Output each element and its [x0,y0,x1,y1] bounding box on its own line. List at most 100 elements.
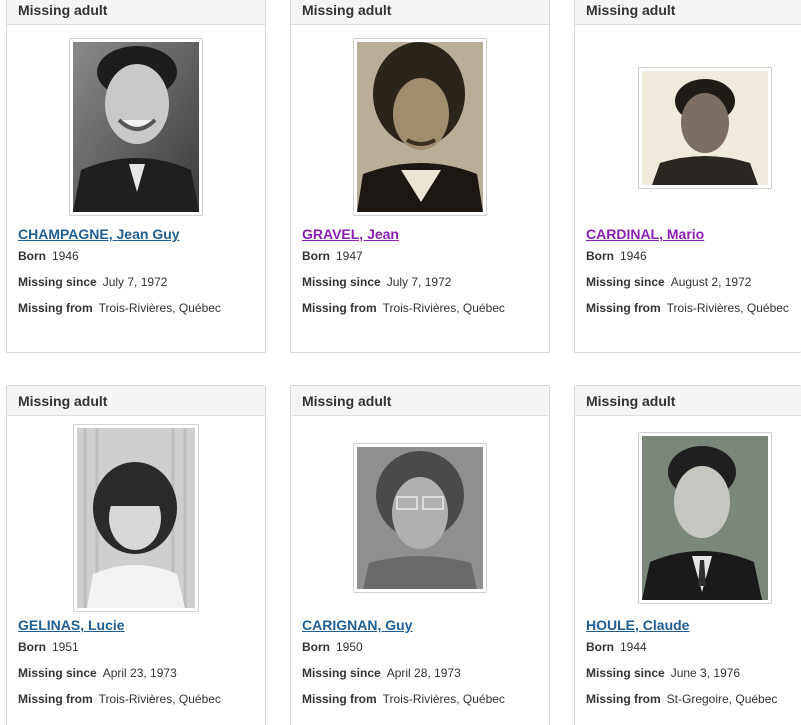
person-photo [357,447,483,589]
missing-since-row: Missing since April 23, 1973 [18,666,254,680]
missing-persons-grid: Missing adult CHAMPAGNE, Jean Guy Born 1… [0,0,801,725]
card-category: Missing adult [7,0,265,25]
born-value: 1946 [52,249,79,263]
born-row: Born 1946 [586,249,790,263]
missing-from-value: St-Gregoire, Québec [666,692,778,706]
person-card: Missing adult HOULE, Claude Born 1944 Mi… [574,385,801,725]
person-info: CARIGNAN, Guy Born 1950 Missing since Apri… [291,612,549,706]
person-info: GRAVEL, Jean Born 1947 Missing since July … [291,221,549,315]
person-card: Missing adult GRAVEL, Jean Born 1947 Mis… [290,0,550,353]
card-category: Missing adult [291,386,549,416]
missing-since-value: July 7, 1972 [102,275,168,289]
person-name-link[interactable]: CARDINAL, Mario [586,226,704,242]
person-name-link[interactable]: CHAMPAGNE, Jean Guy [18,226,180,242]
missing-since-label: Missing since [586,275,665,289]
missing-from-label: Missing from [18,692,93,706]
photo-area [7,416,265,612]
person-card: Missing adult [6,0,266,353]
missing-from-row: Missing from Trois-Rivières, Québec [302,301,538,315]
missing-since-row: Missing since July 7, 1972 [18,275,254,289]
person-photo [642,71,768,185]
person-photo-frame[interactable] [353,38,487,216]
person-photo [77,428,195,608]
person-info: CHAMPAGNE, Jean Guy Born 1946 Missing sin… [7,221,265,315]
missing-from-value: Trois-Rivières, Québec [382,692,505,706]
born-row: Born 1951 [18,640,254,654]
card-category: Missing adult [575,386,801,416]
missing-since-label: Missing since [302,275,381,289]
missing-from-row: Missing from Trois-Rivières, Québec [18,301,254,315]
person-info: GELINAS, Lucie Born 1951 Missing since Apr… [7,612,265,706]
missing-since-row: Missing since August 2, 1972 [586,275,790,289]
person-photo-frame[interactable] [353,443,487,593]
missing-since-row: Missing since April 28, 1973 [302,666,538,680]
person-card: Missing adult CARDINAL, Mario Born 1946 [574,0,801,353]
person-photo-image [73,42,199,212]
missing-since-label: Missing since [302,666,381,680]
card-category: Missing adult [291,0,549,25]
person-photo-image [77,428,195,608]
missing-from-value: Trois-Rivières, Québec [666,301,789,315]
born-row: Born 1950 [302,640,538,654]
missing-since-label: Missing since [586,666,665,680]
born-value: 1947 [336,249,363,263]
born-row: Born 1947 [302,249,538,263]
missing-since-label: Missing since [18,666,97,680]
born-value: 1951 [52,640,79,654]
born-label: Born [302,249,330,263]
born-row: Born 1946 [18,249,254,263]
person-name-link[interactable]: CARIGNAN, Guy [302,617,412,633]
missing-since-row: Missing since July 7, 1972 [302,275,538,289]
missing-since-value: June 3, 1976 [670,666,741,680]
photo-area [575,25,801,221]
missing-from-label: Missing from [302,301,377,315]
person-photo [73,42,199,212]
person-name-link[interactable]: GRAVEL, Jean [302,226,399,242]
missing-from-value: Trois-Rivières, Québec [382,301,505,315]
person-photo-frame[interactable] [73,424,199,612]
photo-area [291,416,549,612]
person-name-link[interactable]: GELINAS, Lucie [18,617,125,633]
person-photo [357,42,483,212]
born-value: 1950 [336,640,363,654]
missing-from-row: Missing from Trois-Rivières, Québec [586,301,790,315]
missing-from-value: Trois-Rivières, Québec [98,301,221,315]
card-category: Missing adult [575,0,801,25]
missing-from-value: Trois-Rivières, Québec [98,692,221,706]
missing-since-row: Missing since June 3, 1976 [586,666,790,680]
born-label: Born [18,249,46,263]
person-card: Missing adult [6,385,266,725]
missing-from-label: Missing from [18,301,93,315]
born-label: Born [586,249,614,263]
photo-area [7,25,265,221]
born-label: Born [302,640,330,654]
born-label: Born [18,640,46,654]
missing-from-row: Missing from Trois-Rivières, Québec [18,692,254,706]
born-row: Born 1944 [586,640,790,654]
person-photo [642,436,768,600]
born-value: 1946 [620,249,647,263]
person-card: Missing adult CARIGNAN, Guy Born 1950 Mi… [290,385,550,725]
born-value: 1944 [620,640,647,654]
person-photo-frame[interactable] [638,432,772,604]
missing-from-label: Missing from [586,692,661,706]
missing-since-value: April 23, 1973 [102,666,177,680]
missing-from-label: Missing from [586,301,661,315]
missing-since-value: July 7, 1972 [386,275,452,289]
photo-area [291,25,549,221]
missing-from-row: Missing from Trois-Rivières, Québec [302,692,538,706]
missing-from-row: Missing from St-Gregoire, Québec [586,692,790,706]
card-category: Missing adult [7,386,265,416]
person-info: CARDINAL, Mario Born 1946 Missing since Au… [575,221,801,315]
person-info: HOULE, Claude Born 1944 Missing since June… [575,612,801,706]
person-photo-image [357,42,483,212]
person-photo-frame[interactable] [69,38,203,216]
person-photo-image [357,447,483,589]
person-name-link[interactable]: HOULE, Claude [586,617,689,633]
missing-since-value: August 2, 1972 [670,275,752,289]
photo-area [575,416,801,612]
missing-since-value: April 28, 1973 [386,666,461,680]
person-photo-image [642,436,768,600]
missing-since-label: Missing since [18,275,97,289]
person-photo-frame[interactable] [638,67,772,189]
